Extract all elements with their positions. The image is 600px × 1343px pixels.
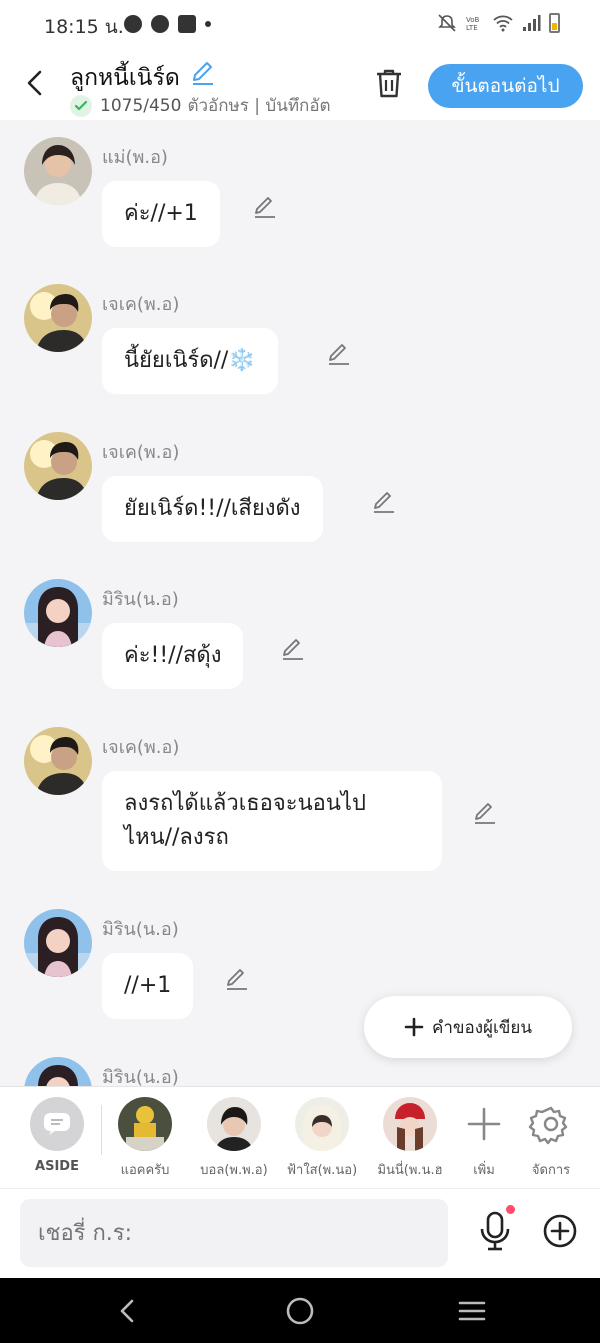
message-text: //+1 [124,973,172,998]
next-step-button[interactable]: ขั้นตอนต่อไป [428,64,583,108]
message-sender: เจเค(พ.อ) [102,737,180,758]
microphone-icon[interactable] [478,1211,512,1251]
message-input[interactable] [20,1199,448,1267]
message-text: นี้ยัยเนิร์ด// [124,348,229,373]
trash-icon[interactable] [372,66,406,100]
message-sender: เจเค(พ.อ) [102,442,180,463]
message-bubble[interactable]: นี้ยัยเนิร์ด//❄️ [102,328,278,394]
gear-icon [528,1106,568,1145]
message-bubble[interactable]: ค่ะ//+1 [102,181,220,247]
signal-icon [523,15,541,31]
status-time: 18:15 น. [44,16,124,38]
avatar[interactable] [24,727,92,795]
avatar[interactable] [24,909,92,977]
edit-message-icon[interactable] [326,341,352,367]
battery-icon [549,13,560,33]
mute-icon [438,14,456,32]
character-bar: ASIDE แอคครับ บอล(พ.พ.อ) ฟ้าใส(พ.นอ) มิน… [0,1086,600,1188]
manage-characters-button[interactable]: จัดการ [506,1097,596,1180]
add-label: เพิ่ม [473,1163,495,1178]
chat-area: แม่(พ.อ) ค่ะ//+1 เจเค(พ.อ) นี้ยัยเนิร์ด/… [0,120,600,1086]
snowflake-emoji: ❄️ [228,348,256,373]
char-count-line: 1075/450 ตัวอักษร | บันทึกอัต [70,92,350,119]
message-sender: แม่(พ.อ) [102,147,168,168]
volte-icon: VoBLTE [466,16,480,32]
message-sender: มิริน(น.อ) [102,919,179,940]
author-note-button[interactable]: คำของผู้เขียน [364,996,572,1058]
character-item[interactable]: แอคครับ [100,1097,190,1180]
character-label: ฟ้าใส(พ.นอ) [286,1163,358,1178]
character-label: แอคครับ [120,1163,170,1178]
message-text: ค่ะ//+1 [124,201,198,226]
story-title: ลูกหนี้เนิร์ด [70,65,180,91]
character-avatar [207,1097,261,1151]
avatar[interactable] [24,1057,92,1086]
message-sender: เจเค(พ.อ) [102,294,180,315]
character-label: บอล(พ.พ.อ) [200,1163,268,1178]
char-count-subtitle: ตัวอักษร | บันทึกอัต [187,96,331,116]
character-item[interactable]: ฟ้าใส(พ.นอ) [277,1097,367,1180]
message-sender: มิริน(น.อ) [102,1067,179,1086]
edit-message-icon[interactable] [371,489,397,515]
character-avatar [295,1097,349,1151]
back-arrow-icon[interactable] [20,68,50,98]
character-avatar [118,1097,172,1151]
message-sender: มิริน(น.อ) [102,589,179,610]
signal-app-icon [151,15,169,33]
message-bubble[interactable]: ลงรถได้แล้วเธอจะนอนไป ไหน//ลงรถ [102,771,442,871]
add-circle-icon[interactable] [542,1213,578,1249]
message-text: ยัยเนิร์ด!!//เสียงดัง [124,496,301,521]
author-note-label: คำของผู้เขียน [431,1017,533,1038]
message-text: ค่ะ!!//สดุ้ง [124,643,222,668]
edit-title-pencil-icon[interactable] [190,60,216,86]
char-count: 1075/450 [100,95,182,116]
message-text-line: ลงรถได้แล้วเธอจะนอนไป [124,791,366,816]
wifi-icon [493,15,513,32]
check-icon [70,94,92,117]
dot-icon [205,21,211,27]
manage-label: จัดการ [531,1163,571,1178]
input-bar [0,1188,600,1278]
nav-home-icon[interactable] [284,1295,316,1327]
system-nav-bar [0,1278,600,1343]
notification-icons [124,15,211,33]
avatar[interactable] [24,579,92,647]
aside-label: ASIDE [35,1159,79,1174]
svg-text:LTE: LTE [466,24,478,32]
character-avatar [383,1097,437,1151]
chat-bubble-icon [44,1113,70,1135]
edit-message-icon[interactable] [472,800,498,826]
avatar[interactable] [24,284,92,352]
message-bubble[interactable]: //+1 [102,953,194,1019]
edit-message-icon[interactable] [252,194,278,220]
avatar[interactable] [24,137,92,205]
plus-icon [404,1017,424,1037]
messenger-icon [124,15,142,33]
character-item[interactable]: บอล(พ.พ.อ) [189,1097,279,1180]
nav-back-icon[interactable] [112,1295,144,1327]
character-label: มินนี่(พ.น.ฮ [377,1163,443,1178]
message-text-line: ไหน//ลงรถ [124,825,229,850]
character-aside[interactable]: ASIDE [12,1097,102,1174]
aside-avatar [30,1097,84,1151]
avatar[interactable] [24,432,92,500]
status-bar: 18:15 น. VoB LTE [0,0,600,48]
system-icons: VoB LTE [437,13,560,33]
nav-recents-icon[interactable] [456,1295,488,1327]
message-bubble[interactable]: ยัยเนิร์ด!!//เสียงดัง [102,476,323,542]
plus-icon [467,1107,501,1141]
edit-message-icon[interactable] [224,966,250,992]
svg-text:VoB: VoB [466,16,480,24]
app-header: ลูกหนี้เนิร์ด 1075/450 ตัวอักษร | บันทึก… [0,48,600,120]
recording-dot [506,1205,515,1214]
facebook-icon [178,15,196,33]
message-bubble[interactable]: ค่ะ!!//สดุ้ง [102,623,244,689]
edit-message-icon[interactable] [280,636,306,662]
